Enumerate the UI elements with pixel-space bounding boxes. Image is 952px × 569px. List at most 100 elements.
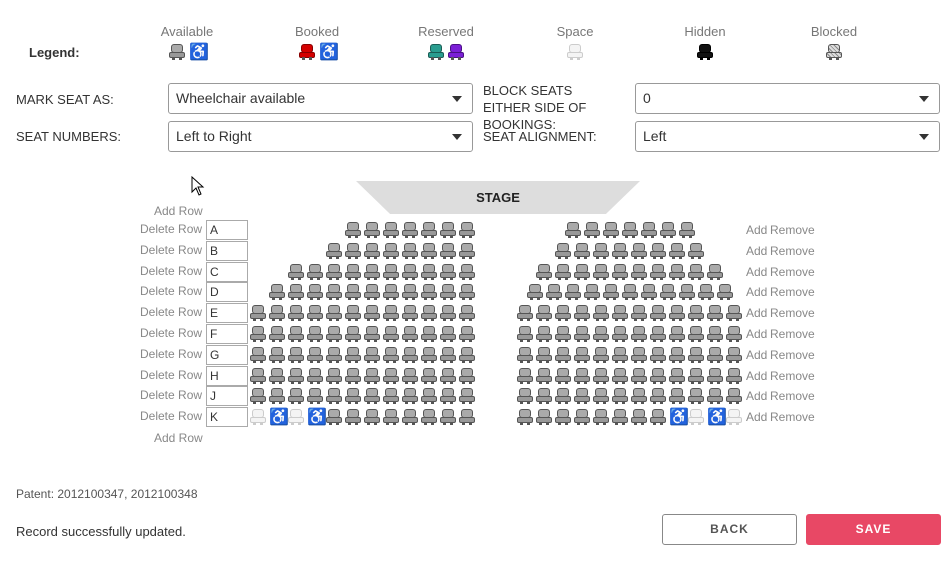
seat-space-icon[interactable]: [288, 409, 304, 425]
remove-seat-link[interactable]: Remove: [770, 369, 815, 383]
seat-icon[interactable]: [402, 305, 418, 321]
seat-icon[interactable]: [383, 243, 399, 259]
delete-row-link[interactable]: Delete Row: [140, 409, 202, 423]
seat-icon[interactable]: [688, 368, 704, 384]
wheelchair-seat-icon[interactable]: ♿: [269, 409, 289, 426]
seat-icon[interactable]: [669, 326, 685, 342]
seat-space-icon[interactable]: [726, 409, 742, 425]
seat-icon[interactable]: [716, 284, 733, 300]
seat-icon[interactable]: [707, 305, 723, 321]
seat-icon[interactable]: [288, 305, 304, 321]
seat-icon[interactable]: [440, 305, 456, 321]
seat-icon[interactable]: [269, 368, 285, 384]
seat-icon[interactable]: [307, 368, 323, 384]
seat-icon[interactable]: [536, 326, 552, 342]
seat-icon[interactable]: [269, 326, 285, 342]
seat-icon[interactable]: [383, 264, 399, 280]
seat-icon[interactable]: [364, 388, 380, 404]
seat-icon[interactable]: [250, 326, 266, 342]
seat-icon[interactable]: [383, 284, 399, 300]
seat-icon[interactable]: [326, 243, 342, 259]
seat-icon[interactable]: [307, 264, 323, 280]
seat-icon[interactable]: [517, 409, 533, 425]
seat-icon[interactable]: [707, 326, 723, 342]
seat-icon[interactable]: [402, 347, 418, 363]
seat-icon[interactable]: [440, 388, 456, 404]
seat-icon[interactable]: [364, 284, 380, 300]
add-seat-link[interactable]: Add: [746, 410, 767, 424]
seat-icon[interactable]: [269, 284, 285, 300]
seat-icon[interactable]: [459, 264, 475, 280]
back-button[interactable]: BACK: [662, 514, 797, 545]
seat-icon[interactable]: [440, 284, 456, 300]
seat-icon[interactable]: [659, 284, 676, 300]
seat-icon[interactable]: [526, 284, 543, 300]
seat-icon[interactable]: [345, 368, 361, 384]
delete-row-link[interactable]: Delete Row: [140, 347, 202, 361]
row-name-input[interactable]: H: [206, 366, 248, 386]
remove-seat-link[interactable]: Remove: [770, 285, 815, 299]
seat-icon[interactable]: [517, 326, 533, 342]
seat-icon[interactable]: [574, 409, 590, 425]
seat-icon[interactable]: [402, 222, 418, 238]
seat-icon[interactable]: [250, 305, 266, 321]
seat-icon[interactable]: [536, 368, 552, 384]
seat-icon[interactable]: [459, 388, 475, 404]
remove-seat-link[interactable]: Remove: [770, 327, 815, 341]
add-seat-link[interactable]: Add: [746, 348, 767, 362]
seat-icon[interactable]: [574, 243, 590, 259]
seat-icon[interactable]: [402, 409, 418, 425]
seat-icon[interactable]: [421, 264, 437, 280]
delete-row-link[interactable]: Delete Row: [140, 326, 202, 340]
seat-icon[interactable]: [364, 409, 380, 425]
seat-icon[interactable]: [307, 326, 323, 342]
delete-row-link[interactable]: Delete Row: [140, 222, 202, 236]
seat-icon[interactable]: [421, 305, 437, 321]
seat-icon[interactable]: [459, 347, 475, 363]
seat-icon[interactable]: [612, 305, 628, 321]
seat-icon[interactable]: [288, 347, 304, 363]
seat-icon[interactable]: [383, 409, 399, 425]
delete-row-link[interactable]: Delete Row: [140, 264, 202, 278]
seat-icon[interactable]: [612, 264, 628, 280]
row-name-input[interactable]: B: [206, 241, 248, 261]
seat-numbers-select[interactable]: Left to Right: [168, 121, 473, 152]
seat-icon[interactable]: [536, 305, 552, 321]
seat-icon[interactable]: [459, 326, 475, 342]
seat-icon[interactable]: [517, 347, 533, 363]
seat-icon[interactable]: [688, 326, 704, 342]
seat-icon[interactable]: [269, 347, 285, 363]
seat-icon[interactable]: [574, 264, 590, 280]
seat-icon[interactable]: [697, 284, 714, 300]
add-seat-link[interactable]: Add: [746, 369, 767, 383]
seat-icon[interactable]: [326, 326, 342, 342]
seat-icon[interactable]: [612, 368, 628, 384]
seat-icon[interactable]: [631, 326, 647, 342]
seat-icon[interactable]: [421, 409, 437, 425]
seat-alignment-select[interactable]: Left: [635, 121, 940, 152]
seat-icon[interactable]: [459, 305, 475, 321]
seat-icon[interactable]: [517, 388, 533, 404]
remove-seat-link[interactable]: Remove: [770, 244, 815, 258]
seat-icon[interactable]: [402, 243, 418, 259]
seat-icon[interactable]: [555, 347, 571, 363]
seat-icon[interactable]: [536, 264, 552, 280]
seat-icon[interactable]: [574, 326, 590, 342]
seat-icon[interactable]: [583, 284, 600, 300]
delete-row-link[interactable]: Delete Row: [140, 388, 202, 402]
seat-icon[interactable]: [383, 222, 399, 238]
seat-icon[interactable]: [250, 368, 266, 384]
seat-icon[interactable]: [326, 368, 342, 384]
seat-icon[interactable]: [383, 305, 399, 321]
add-seat-link[interactable]: Add: [746, 265, 767, 279]
seat-icon[interactable]: [669, 388, 685, 404]
seat-icon[interactable]: [621, 222, 638, 238]
seat-icon[interactable]: [688, 305, 704, 321]
seat-icon[interactable]: [345, 305, 361, 321]
seat-icon[interactable]: [726, 388, 742, 404]
seat-icon[interactable]: [602, 222, 619, 238]
remove-seat-link[interactable]: Remove: [770, 265, 815, 279]
seat-icon[interactable]: [688, 388, 704, 404]
remove-seat-link[interactable]: Remove: [770, 348, 815, 362]
seat-icon[interactable]: [650, 409, 666, 425]
